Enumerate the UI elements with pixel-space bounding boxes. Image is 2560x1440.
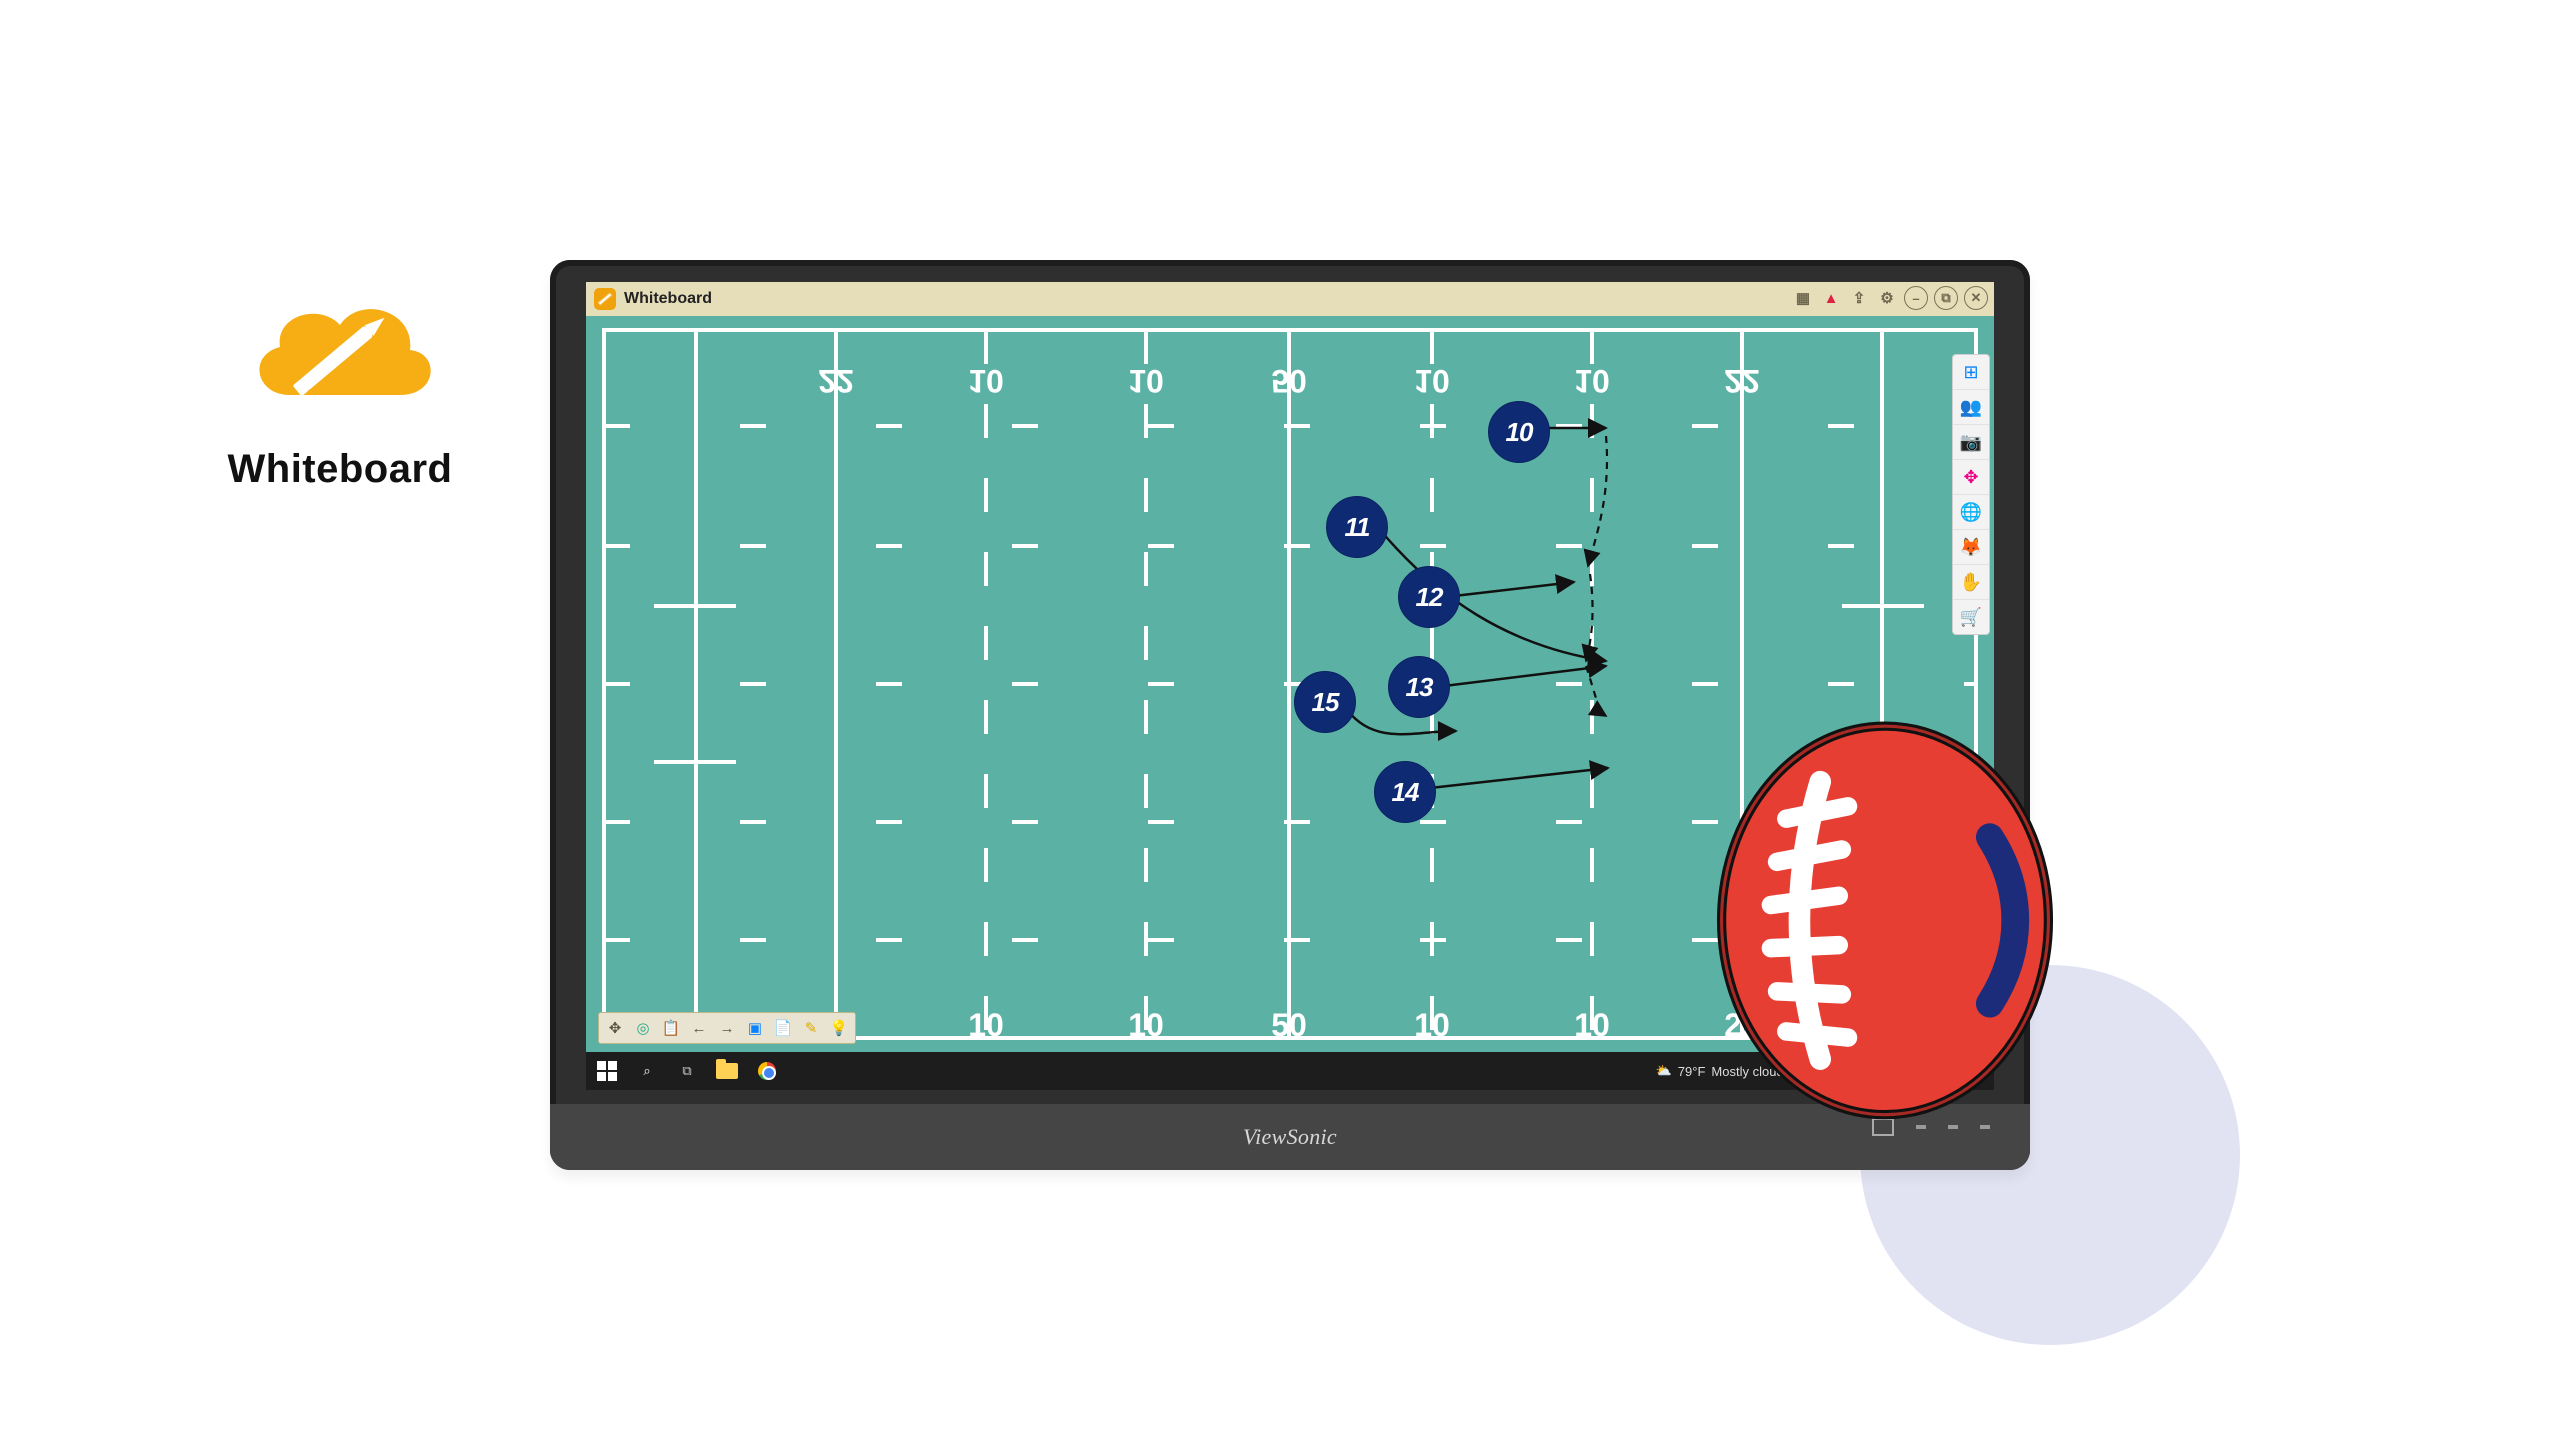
file-explorer-icon[interactable]	[716, 1060, 738, 1082]
whiteboard-title: Whiteboard	[624, 290, 712, 308]
task-view-icon[interactable]: ⧉	[676, 1060, 698, 1082]
monitor-button[interactable]	[1948, 1125, 1958, 1129]
whiteboard-app-icon	[594, 288, 616, 310]
whiteboard-mini-toolbar[interactable]: ✥ ◎ 📋 ← → ▣ 📄 ✎ 💡	[598, 1012, 856, 1044]
monitor-brand: ViewSonic	[1243, 1124, 1337, 1150]
share-icon[interactable]: ⇪	[1848, 287, 1870, 309]
camera-icon[interactable]: 📷	[1953, 425, 1989, 460]
close-button[interactable]: ✕	[1964, 286, 1988, 310]
paste-icon[interactable]: 📄	[771, 1016, 795, 1040]
start-button[interactable]	[596, 1060, 618, 1082]
cloud-pencil-icon	[240, 275, 440, 425]
gear-icon[interactable]: ⚙	[1876, 287, 1898, 309]
cart-icon[interactable]: 🛒	[1953, 600, 1989, 634]
football-icon	[1700, 720, 2070, 1121]
chrome-icon[interactable]	[756, 1060, 778, 1082]
player-marker[interactable]: 13	[1388, 656, 1450, 718]
windows-icon[interactable]: ⊞	[1953, 355, 1989, 390]
arrow-left-icon[interactable]: ←	[687, 1016, 711, 1040]
whiteboard-badge-label: Whiteboard	[210, 447, 470, 492]
move-icon[interactable]: ✥	[1953, 460, 1989, 495]
firefox-icon[interactable]: 🦊	[1953, 530, 1989, 565]
wand-icon[interactable]: ✎	[799, 1016, 823, 1040]
search-icon[interactable]: ⌕	[636, 1060, 658, 1082]
folder-icon[interactable]: ▣	[743, 1016, 767, 1040]
clipboard-icon[interactable]: 📋	[659, 1016, 683, 1040]
player-marker[interactable]: 14	[1374, 761, 1436, 823]
restore-button[interactable]: ⧉	[1934, 286, 1958, 310]
player-marker[interactable]: 11	[1326, 496, 1388, 558]
target-icon[interactable]: ◎	[631, 1016, 655, 1040]
weather-icon: ⛅	[1656, 1063, 1672, 1079]
teams-icon[interactable]: 👥	[1953, 390, 1989, 425]
move-icon[interactable]: ✥	[603, 1016, 627, 1040]
whiteboard-titlebar[interactable]: Whiteboard ▦ ▲ ⇪ ⚙ – ⧉ ✕	[586, 282, 1994, 316]
minimize-button[interactable]: –	[1904, 286, 1928, 310]
monitor-button[interactable]	[1916, 1125, 1926, 1129]
player-marker[interactable]: 15	[1294, 671, 1356, 733]
arrow-right-icon[interactable]: →	[715, 1016, 739, 1040]
hand-icon[interactable]: ✋	[1953, 565, 1989, 600]
whiteboard-dock[interactable]: ⊞ 👥 📷 ✥ 🌐 🦊 ✋ 🛒	[1952, 354, 1990, 635]
lightbulb-icon[interactable]: 💡	[827, 1016, 851, 1040]
grid-icon[interactable]: ▦	[1792, 287, 1814, 309]
player-marker[interactable]: 10	[1488, 401, 1550, 463]
globe-icon[interactable]: 🌐	[1953, 495, 1989, 530]
whiteboard-badge: Whiteboard	[210, 275, 470, 492]
player-marker[interactable]: 12	[1398, 566, 1460, 628]
alert-icon[interactable]: ▲	[1820, 287, 1842, 309]
titlebar-controls: ▦ ▲ ⇪ ⚙ – ⧉ ✕	[1792, 286, 1988, 310]
monitor-button[interactable]	[1980, 1125, 1990, 1129]
